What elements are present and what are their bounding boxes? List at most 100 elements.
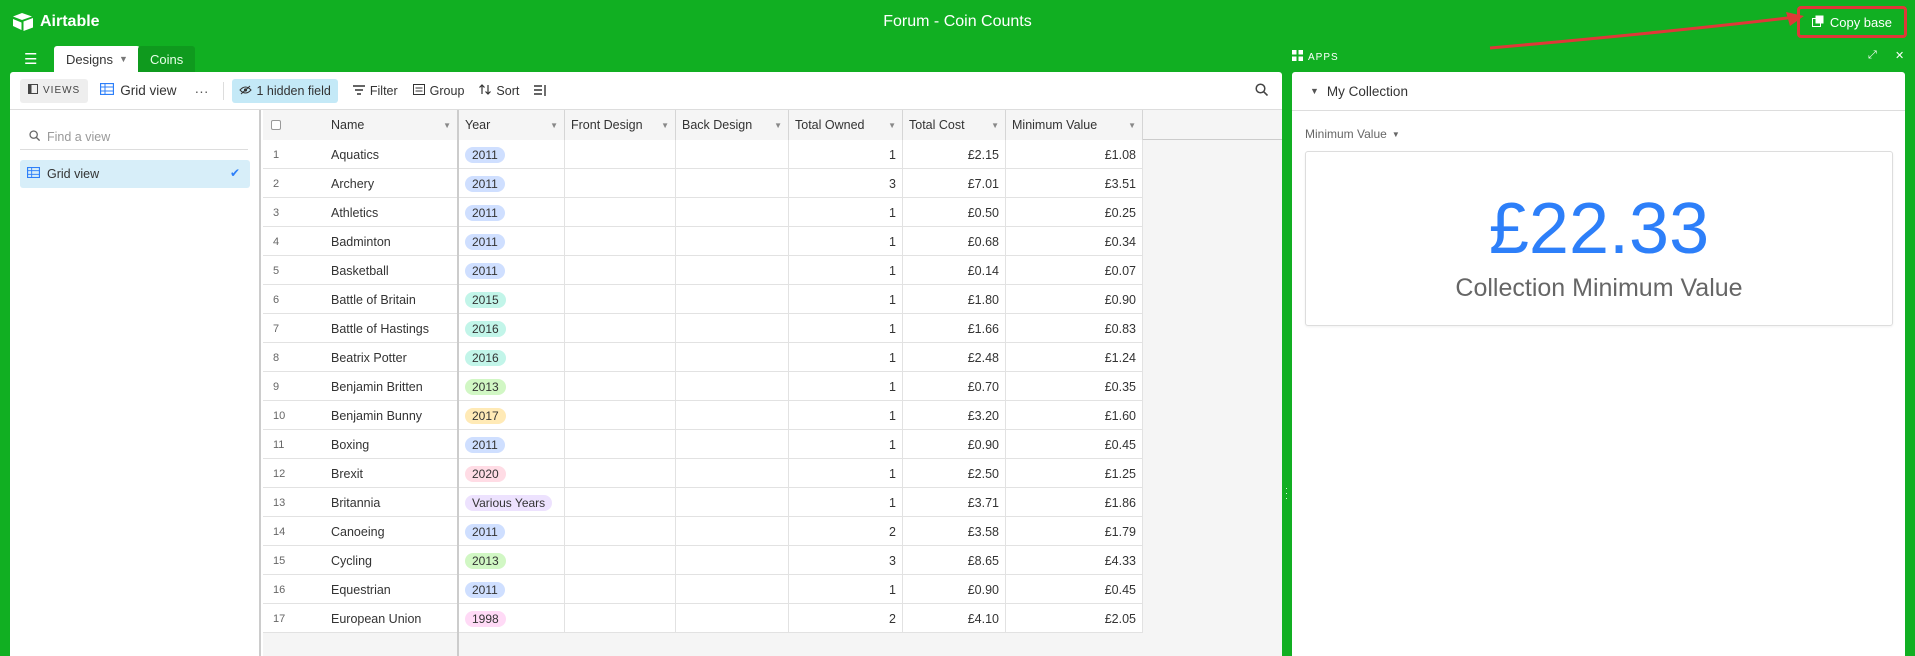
cell-minimum-value[interactable]: £1.60 [1006,401,1143,430]
cell-minimum-value[interactable]: £0.35 [1006,372,1143,401]
cell-front-design[interactable] [565,169,676,198]
table-row[interactable]: 14 Canoeing 2011 2 £3.58 £1.79 [263,517,1143,546]
panel-resize-handle[interactable]: · · · [1285,484,1288,503]
chevron-down-icon[interactable]: ▼ [550,121,558,130]
cell-total-cost[interactable]: £4.10 [903,604,1006,633]
caret-down-icon[interactable]: ▼ [1310,86,1319,96]
chevron-down-icon[interactable]: ▼ [443,121,451,130]
cell-minimum-value[interactable]: £4.33 [1006,546,1143,575]
column-header-total-cost[interactable]: Total Cost ▼ [903,110,1006,140]
copy-base-button[interactable]: Copy base [1796,6,1907,38]
cell-name[interactable]: Benjamin Bunny [325,401,459,430]
table-row[interactable]: 4 Badminton 2011 1 £0.68 £0.34 [263,227,1143,256]
cell-year[interactable]: 2016 [459,314,565,343]
cell-minimum-value[interactable]: £0.83 [1006,314,1143,343]
cell-name[interactable]: Battle of Hastings [325,314,459,343]
cell-back-design[interactable] [676,372,789,401]
cell-minimum-value[interactable]: £1.24 [1006,343,1143,372]
cell-total-cost[interactable]: £1.80 [903,285,1006,314]
cell-total-cost[interactable]: £3.20 [903,401,1006,430]
cell-total-cost[interactable]: £8.65 [903,546,1006,575]
cell-year[interactable]: 2011 [459,256,565,285]
column-header-name[interactable]: Name ▼ [325,110,459,140]
cell-total-cost[interactable]: £0.90 [903,575,1006,604]
search-icon[interactable] [1255,83,1269,99]
cell-total-cost[interactable]: £0.50 [903,198,1006,227]
cell-name[interactable]: Basketball [325,256,459,285]
cell-year[interactable]: 1998 [459,604,565,633]
cell-minimum-value[interactable]: £0.07 [1006,256,1143,285]
cell-total-owned[interactable]: 3 [789,169,903,198]
cell-front-design[interactable] [565,140,676,169]
find-view-input[interactable]: Find a view [20,124,248,150]
chevron-down-icon[interactable]: ▼ [991,121,999,130]
cell-total-owned[interactable]: 1 [789,401,903,430]
table-row[interactable]: 10 Benjamin Bunny 2017 1 £3.20 £1.60 [263,401,1143,430]
table-row[interactable]: 1 Aquatics 2011 1 £2.15 £1.08 [263,140,1143,169]
cell-front-design[interactable] [565,546,676,575]
table-row[interactable]: 12 Brexit 2020 1 £2.50 £1.25 [263,459,1143,488]
cell-total-owned[interactable]: 1 [789,343,903,372]
cell-minimum-value[interactable]: £0.45 [1006,430,1143,459]
chevron-down-icon[interactable]: ▼ [888,121,896,130]
cell-minimum-value[interactable]: £0.25 [1006,198,1143,227]
sort-button[interactable]: Sort [479,84,519,98]
cell-back-design[interactable] [676,546,789,575]
cell-total-owned[interactable]: 2 [789,604,903,633]
table-row[interactable]: 5 Basketball 2011 1 £0.14 £0.07 [263,256,1143,285]
cell-total-cost[interactable]: £3.71 [903,488,1006,517]
cell-name[interactable]: Britannia [325,488,459,517]
cell-back-design[interactable] [676,604,789,633]
cell-name[interactable]: European Union [325,604,459,633]
cell-minimum-value[interactable]: £1.79 [1006,517,1143,546]
cell-front-design[interactable] [565,372,676,401]
cell-back-design[interactable] [676,256,789,285]
cell-minimum-value[interactable]: £1.08 [1006,140,1143,169]
cell-minimum-value[interactable]: £1.25 [1006,459,1143,488]
table-row[interactable]: 2 Archery 2011 3 £7.01 £3.51 [263,169,1143,198]
cell-back-design[interactable] [676,343,789,372]
cell-front-design[interactable] [565,604,676,633]
table-row[interactable]: 15 Cycling 2013 3 £8.65 £4.33 [263,546,1143,575]
cell-total-cost[interactable]: £7.01 [903,169,1006,198]
cell-back-design[interactable] [676,227,789,256]
cell-name[interactable]: Archery [325,169,459,198]
cell-total-owned[interactable]: 1 [789,285,903,314]
row-height-icon[interactable] [534,85,547,96]
cell-total-owned[interactable]: 1 [789,459,903,488]
cell-total-cost[interactable]: £0.68 [903,227,1006,256]
cell-back-design[interactable] [676,198,789,227]
table-row[interactable]: 6 Battle of Britain 2015 1 £1.80 £0.90 [263,285,1143,314]
chevron-down-icon[interactable]: ▼ [661,121,669,130]
cell-year[interactable]: 2011 [459,227,565,256]
table-row[interactable]: 16 Equestrian 2011 1 £0.90 £0.45 [263,575,1143,604]
cell-total-cost[interactable]: £2.48 [903,343,1006,372]
tab-designs[interactable]: Designs ▼ [54,46,140,72]
summary-field-select[interactable]: Minimum Value ▼ [1305,127,1400,141]
cell-front-design[interactable] [565,430,676,459]
column-header-minimum-value[interactable]: Minimum Value ▼ [1006,110,1143,140]
cell-total-cost[interactable]: £0.90 [903,430,1006,459]
cell-total-owned[interactable]: 1 [789,256,903,285]
cell-name[interactable]: Canoeing [325,517,459,546]
chevron-down-icon[interactable]: ▼ [119,54,128,64]
cell-back-design[interactable] [676,401,789,430]
cell-year[interactable]: 2011 [459,169,565,198]
cell-name[interactable]: Brexit [325,459,459,488]
cell-total-cost[interactable]: £0.14 [903,256,1006,285]
app-block-header[interactable]: ▼ My Collection [1292,72,1905,111]
more-options-icon[interactable]: ··· [195,83,209,99]
cell-back-design[interactable] [676,140,789,169]
cell-name[interactable]: Cycling [325,546,459,575]
table-row[interactable]: 3 Athletics 2011 1 £0.50 £0.25 [263,198,1143,227]
cell-minimum-value[interactable]: £0.45 [1006,575,1143,604]
cell-name[interactable]: Equestrian [325,575,459,604]
cell-total-owned[interactable]: 1 [789,198,903,227]
tab-coins[interactable]: Coins [138,46,196,72]
cell-year[interactable]: 2011 [459,517,565,546]
cell-total-cost[interactable]: £3.58 [903,517,1006,546]
cell-minimum-value[interactable]: £0.90 [1006,285,1143,314]
chevron-down-icon[interactable]: ▼ [1128,121,1136,130]
cell-name[interactable]: Battle of Britain [325,285,459,314]
cell-year[interactable]: 2015 [459,285,565,314]
